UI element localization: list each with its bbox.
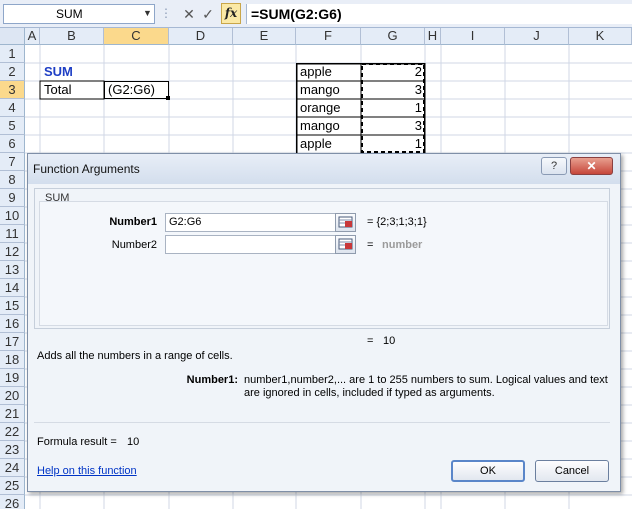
number2-result: number <box>382 239 423 251</box>
column-header-i[interactable]: I <box>441 28 505 45</box>
row-header-9[interactable]: 9 <box>0 189 25 207</box>
range-select-icon <box>338 216 353 228</box>
formula-bar: SUM ▼ ⋮ ✕ ✓ fx =SUM(G2:G6) <box>0 0 632 28</box>
function-result-value: 10 <box>383 335 396 347</box>
row-header-7[interactable]: 7 <box>0 153 25 171</box>
row-header-6[interactable]: 6 <box>0 135 25 153</box>
column-header-b[interactable]: B <box>40 28 104 45</box>
cell-c3[interactable]: (G2:G6) <box>105 81 169 99</box>
function-result-equals: = <box>367 335 374 347</box>
row-header-2[interactable]: 2 <box>0 63 25 81</box>
row-header-20[interactable]: 20 <box>0 387 25 405</box>
cell-g2[interactable]: 2 <box>362 63 425 81</box>
row-header-8[interactable]: 8 <box>0 171 25 189</box>
row-header-22[interactable]: 22 <box>0 423 25 441</box>
argument-description: number1,number2,... are 1 to 255 numbers… <box>244 374 608 399</box>
cell-b2[interactable]: SUM <box>41 63 104 81</box>
cell-f3[interactable]: mango <box>297 81 361 99</box>
cell-f2[interactable]: apple <box>297 63 361 81</box>
row-header-14[interactable]: 14 <box>0 279 25 297</box>
divider <box>34 422 610 423</box>
cell-f6[interactable]: apple <box>297 135 361 153</box>
formula-result-value: 10 <box>127 436 140 448</box>
row-header-18[interactable]: 18 <box>0 351 25 369</box>
enter-check-icon[interactable]: ✓ <box>199 4 217 24</box>
cell-g3[interactable]: 3 <box>362 81 425 99</box>
cell-g5[interactable]: 3 <box>362 117 425 135</box>
cancel-entry-icon[interactable]: ✕ <box>180 4 198 24</box>
formula-input[interactable]: =SUM(G2:G6) <box>246 4 632 24</box>
row-header-23[interactable]: 23 <box>0 441 25 459</box>
number2-equals: = <box>367 239 374 251</box>
argument-name: Number1: <box>186 374 238 386</box>
help-on-function-link[interactable]: Help on this function <box>37 465 137 477</box>
excel-window: SUM ▼ ⋮ ✕ ✓ fx =SUM(G2:G6) A B C D E F G… <box>0 0 632 509</box>
name-box[interactable]: SUM <box>3 4 155 24</box>
row-header-15[interactable]: 15 <box>0 297 25 315</box>
function-description: Adds all the numbers in a range of cells… <box>37 350 233 362</box>
row-header-24[interactable]: 24 <box>0 459 25 477</box>
row-header-25[interactable]: 25 <box>0 477 25 495</box>
dialog-titlebar[interactable]: Function Arguments ? ✕ <box>28 154 620 184</box>
chevron-down-icon[interactable]: ▼ <box>143 8 152 18</box>
formula-result-label: Formula result = <box>37 436 117 448</box>
column-header-a[interactable]: A <box>25 28 40 45</box>
column-header-g[interactable]: G <box>361 28 425 45</box>
column-header-h[interactable]: H <box>425 28 441 45</box>
grip-icon: ⋮ <box>160 6 172 20</box>
row-header-16[interactable]: 16 <box>0 315 25 333</box>
close-icon[interactable]: ✕ <box>570 157 613 175</box>
number2-input[interactable] <box>165 235 337 254</box>
collapse-dialog-button-1[interactable] <box>335 213 356 232</box>
row-header-21[interactable]: 21 <box>0 405 25 423</box>
row-header-13[interactable]: 13 <box>0 261 25 279</box>
arg-label-number2: Number2 <box>111 239 157 251</box>
cell-g4[interactable]: 1 <box>362 99 425 117</box>
row-header-11[interactable]: 11 <box>0 225 25 243</box>
cell-f4[interactable]: orange <box>297 99 361 117</box>
range-select-icon <box>338 238 353 250</box>
column-header-d[interactable]: D <box>169 28 233 45</box>
column-header-k[interactable]: K <box>569 28 632 45</box>
insert-function-icon[interactable]: fx <box>221 3 241 24</box>
row-header-1[interactable]: 1 <box>0 45 25 63</box>
row-header-3[interactable]: 3 <box>0 81 25 99</box>
row-header-5[interactable]: 5 <box>0 117 25 135</box>
function-arguments-dialog: Function Arguments ? ✕ SUM Number1 G2:G6… <box>27 153 621 492</box>
number1-result: = {2;3;1;3;1} <box>367 216 427 228</box>
row-header-4[interactable]: 4 <box>0 99 25 117</box>
row-header-17[interactable]: 17 <box>0 333 25 351</box>
dialog-title: Function Arguments <box>33 162 140 176</box>
row-header-10[interactable]: 10 <box>0 207 25 225</box>
help-icon[interactable]: ? <box>541 157 567 175</box>
cancel-button[interactable]: Cancel <box>535 460 609 482</box>
column-header-f[interactable]: F <box>296 28 361 45</box>
collapse-dialog-button-2[interactable] <box>335 235 356 254</box>
number1-input[interactable]: G2:G6 <box>165 213 337 232</box>
arg-label-number1: Number1 <box>109 216 157 228</box>
row-header-12[interactable]: 12 <box>0 243 25 261</box>
cell-f5[interactable]: mango <box>297 117 361 135</box>
row-header-26[interactable]: 26 <box>0 495 25 509</box>
cell-g6[interactable]: 1 <box>362 135 425 153</box>
row-header-19[interactable]: 19 <box>0 369 25 387</box>
ok-button[interactable]: OK <box>451 460 525 482</box>
select-all-corner[interactable] <box>0 28 25 45</box>
column-header-e[interactable]: E <box>233 28 296 45</box>
column-header-c[interactable]: C <box>104 28 169 45</box>
cell-b3[interactable]: Total <box>41 81 104 99</box>
column-header-j[interactable]: J <box>505 28 569 45</box>
